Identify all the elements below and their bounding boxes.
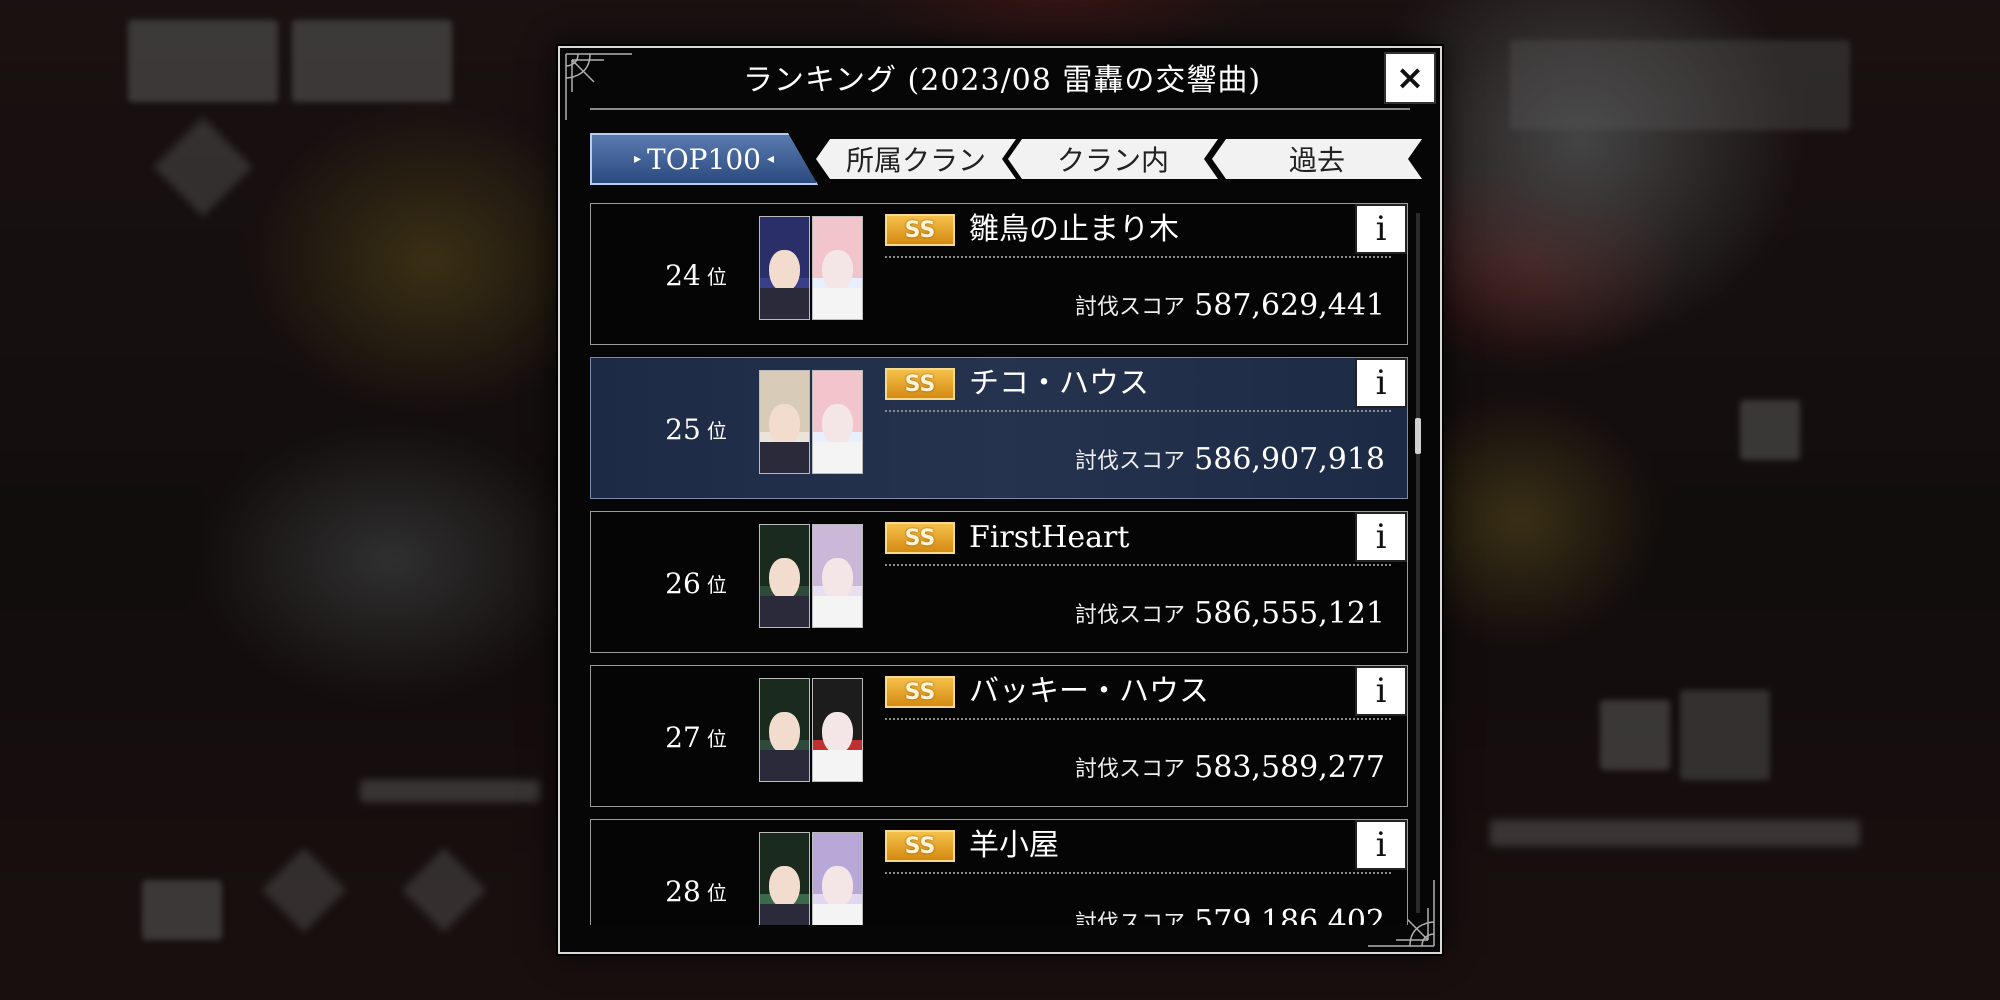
close-button[interactable]: × xyxy=(1384,52,1436,104)
score-label: 討伐スコア xyxy=(1075,757,1186,782)
name-divider xyxy=(885,872,1391,874)
ss-rank-badge: SS xyxy=(885,830,955,862)
ranking-modal: ランキング (2023/08 雷轟の交響曲) × ▸ TOP100 ◂ 所属クラ… xyxy=(558,46,1442,954)
clan-name: 羊小屋 xyxy=(969,828,1059,863)
rank-number: 24 xyxy=(665,258,701,292)
title-divider xyxy=(590,108,1410,110)
score-value: 586,555,121 xyxy=(1194,596,1385,631)
rank-label: 28 位 xyxy=(631,820,761,925)
rank-label: 25 位 xyxy=(631,358,761,500)
rank-suffix: 位 xyxy=(706,880,727,905)
modal-title: ランキング (2023/08 雷轟の交響曲) xyxy=(742,63,1262,98)
clan-name: FirstHeart xyxy=(969,520,1130,555)
ss-rank-badge: SS xyxy=(885,676,955,708)
member-portrait-icon xyxy=(759,832,810,925)
score-value: 587,629,441 xyxy=(1194,288,1385,323)
ranking-tabs: ▸ TOP100 ◂ 所属クラン クラン内 過去 xyxy=(590,133,1420,185)
tab-past[interactable]: 過去 xyxy=(1212,133,1422,185)
rank-number: 28 xyxy=(665,874,701,908)
info-button[interactable]: i xyxy=(1355,666,1407,716)
name-divider xyxy=(885,410,1391,412)
info-icon: i xyxy=(1375,209,1387,249)
member-portraits xyxy=(759,678,863,782)
info-icon: i xyxy=(1375,517,1387,557)
score-value: 583,589,277 xyxy=(1194,750,1385,785)
info-button[interactable]: i xyxy=(1355,512,1407,562)
score-label: 討伐スコア xyxy=(1075,295,1186,320)
ranking-row[interactable]: 24 位 SS 雛鳥の止まり木 討伐スコア 587,629,441 i xyxy=(590,203,1408,345)
member-portraits xyxy=(759,832,863,925)
score-value: 586,907,918 xyxy=(1194,442,1385,477)
info-button[interactable]: i xyxy=(1355,820,1407,870)
member-portrait-icon xyxy=(812,832,863,925)
info-icon: i xyxy=(1375,671,1387,711)
tab-right-arrow-icon: ◂ xyxy=(766,151,774,167)
clan-name: バッキー・ハウス xyxy=(969,674,1209,709)
member-portraits xyxy=(759,524,863,628)
rank-suffix: 位 xyxy=(706,726,727,751)
score-value: 579,186,402 xyxy=(1194,904,1385,925)
scrollbar-track[interactable] xyxy=(1416,213,1420,913)
tab-label: 過去 xyxy=(1288,144,1345,177)
rank-label: 24 位 xyxy=(631,204,761,346)
info-button[interactable]: i xyxy=(1355,204,1407,254)
member-portrait-icon xyxy=(759,678,810,782)
member-portrait-icon xyxy=(759,524,810,628)
rank-number: 27 xyxy=(665,720,701,754)
tab-label: TOP100 xyxy=(647,142,761,176)
info-button[interactable]: i xyxy=(1355,358,1407,408)
tab-in-clan[interactable]: クラン内 xyxy=(1008,133,1218,185)
score-label: 討伐スコア xyxy=(1075,449,1186,474)
tab-label: クラン内 xyxy=(1056,144,1169,177)
rank-label: 26 位 xyxy=(631,512,761,654)
rank-suffix: 位 xyxy=(706,418,727,443)
member-portrait-icon xyxy=(759,216,810,320)
member-portrait-icon xyxy=(812,678,863,782)
rank-number: 26 xyxy=(665,566,701,600)
rank-label: 27 位 xyxy=(631,666,761,808)
member-portrait-icon xyxy=(812,524,863,628)
clan-name: チコ・ハウス xyxy=(969,366,1149,401)
ranking-list[interactable]: 24 位 SS 雛鳥の止まり木 討伐スコア 587,629,441 i 25 位 xyxy=(590,203,1410,925)
ranking-row[interactable]: 25 位 SS チコ・ハウス 討伐スコア 586,907,918 i xyxy=(590,357,1408,499)
score-label: 討伐スコア xyxy=(1075,603,1186,628)
member-portrait-icon xyxy=(812,370,863,474)
ranking-row[interactable]: 26 位 SS FirstHeart 討伐スコア 586,555,121 i xyxy=(590,511,1408,653)
info-icon: i xyxy=(1375,825,1387,865)
ranking-row[interactable]: 27 位 SS バッキー・ハウス 討伐スコア 583,589,277 i xyxy=(590,665,1408,807)
name-divider xyxy=(885,718,1391,720)
name-divider xyxy=(885,256,1391,258)
member-portrait-icon xyxy=(812,216,863,320)
tab-label: 所属クラン xyxy=(845,144,986,177)
member-portrait-icon xyxy=(759,370,810,474)
ranking-row[interactable]: 28 位 SS 羊小屋 討伐スコア 579,186,402 i xyxy=(590,819,1408,925)
ss-rank-badge: SS xyxy=(885,214,955,246)
scrollbar-thumb[interactable] xyxy=(1415,418,1421,454)
rank-suffix: 位 xyxy=(706,264,727,289)
close-icon: × xyxy=(1395,58,1425,98)
member-portraits xyxy=(759,216,863,320)
rank-number: 25 xyxy=(665,412,701,446)
score-label: 討伐スコア xyxy=(1075,911,1186,925)
clan-name: 雛鳥の止まり木 xyxy=(969,212,1179,247)
rank-suffix: 位 xyxy=(706,572,727,597)
name-divider xyxy=(885,564,1391,566)
tab-left-arrow-icon: ▸ xyxy=(634,151,642,167)
ss-rank-badge: SS xyxy=(885,522,955,554)
info-icon: i xyxy=(1375,363,1387,403)
tab-top100[interactable]: ▸ TOP100 ◂ xyxy=(590,133,818,185)
ss-rank-badge: SS xyxy=(885,368,955,400)
tab-clan[interactable]: 所属クラン xyxy=(816,133,1016,185)
member-portraits xyxy=(759,370,863,474)
